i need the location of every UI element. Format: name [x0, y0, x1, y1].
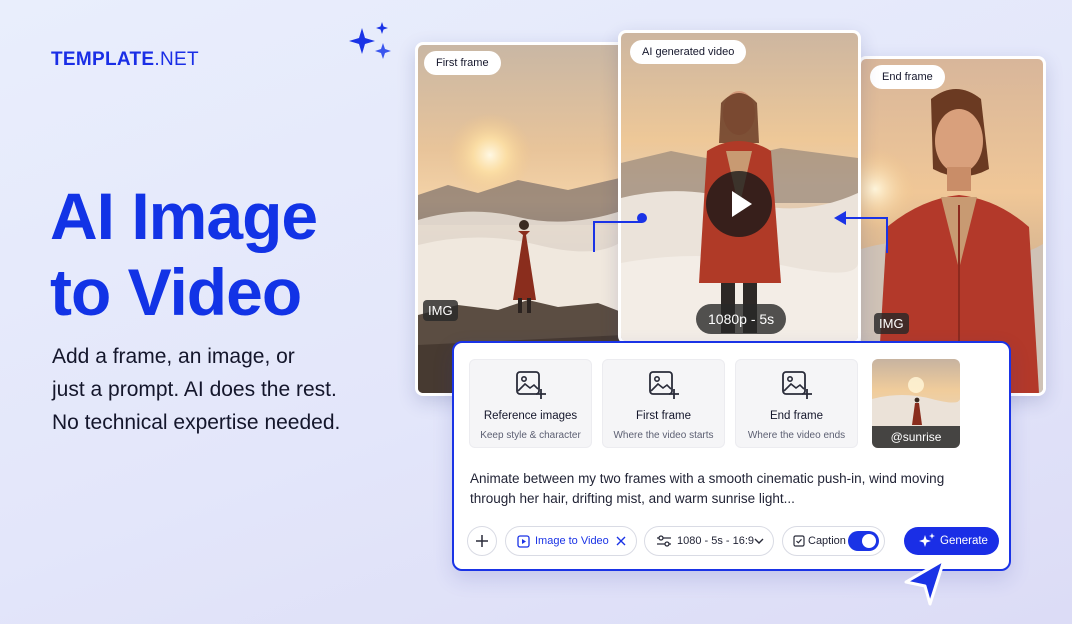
settings-chip-label: 1080 - 5s - 16:9: [677, 535, 755, 547]
video-icon: [517, 535, 530, 548]
option-title: First frame: [636, 410, 691, 422]
image-add-icon: [516, 371, 546, 399]
close-icon[interactable]: [616, 536, 626, 546]
brand-name-bold: TEMPLATE: [51, 49, 155, 70]
thumbnail-label: @sunrise: [872, 426, 960, 448]
mode-chip-label: Image to Video: [535, 535, 609, 547]
resolution-badge: 1080p - 5s: [696, 304, 787, 334]
caption-icon: [793, 535, 805, 547]
option-desc: Where the video starts: [613, 430, 714, 441]
subtitle-line3: No technical expertise needed.: [52, 411, 341, 434]
reference-images-option[interactable]: Reference images Keep style & character: [469, 359, 592, 448]
option-desc: Where the video ends: [747, 430, 846, 441]
hero-title: AI Image to Video: [50, 178, 318, 330]
image-add-icon: [649, 371, 679, 399]
sparkle-icon: [919, 533, 935, 547]
generate-label: Generate: [940, 535, 988, 547]
cursor-icon: [904, 558, 946, 606]
option-title: Reference images: [483, 410, 578, 422]
subtitle-line1: Add a frame, an image, or: [52, 345, 295, 368]
reference-thumbnail[interactable]: @sunrise: [872, 359, 960, 448]
option-desc: Keep style & character: [480, 430, 581, 441]
brand-logo: TEMPLATE.NET: [51, 49, 199, 71]
caption-toggle[interactable]: [848, 531, 879, 551]
end-frame-label: End frame: [870, 65, 945, 89]
add-button[interactable]: [467, 526, 497, 556]
first-frame-label: First frame: [424, 51, 501, 75]
mode-chip[interactable]: Image to Video: [505, 526, 637, 556]
end-frame-img-tag: IMG: [874, 313, 909, 334]
end-frame-option[interactable]: End frame Where the video ends: [735, 359, 858, 448]
generate-button[interactable]: Generate: [904, 527, 999, 555]
caption-label: Caption: [808, 535, 846, 547]
brand-name-light: .NET: [154, 49, 199, 70]
hero-title-line2: to Video: [50, 255, 302, 329]
play-icon[interactable]: [706, 171, 772, 237]
hero-subtitle: Add a frame, an image, or just a prompt.…: [52, 340, 340, 439]
image-add-icon: [782, 371, 812, 399]
settings-chip[interactable]: 1080 - 5s - 16:9: [644, 526, 774, 556]
generated-video-label: AI generated video: [630, 40, 747, 64]
sliders-icon: [657, 535, 671, 547]
generation-panel: Reference images Keep style & character …: [452, 341, 1011, 571]
subtitle-line2: just a prompt. AI does the rest.: [52, 378, 337, 401]
option-title: End frame: [769, 410, 824, 422]
generated-video-card: AI generated video 1080p - 5s: [618, 30, 861, 344]
plus-icon: [476, 535, 488, 547]
sparkle-icon: [349, 22, 391, 59]
prompt-text[interactable]: Animate between my two frames with a smo…: [470, 469, 990, 509]
first-frame-option[interactable]: First frame Where the video starts: [602, 359, 725, 448]
first-frame-img-tag: IMG: [423, 300, 458, 321]
caption-chip[interactable]: Caption: [782, 526, 885, 556]
chevron-down-icon: [754, 538, 764, 544]
hero-title-line1: AI Image: [50, 179, 318, 253]
